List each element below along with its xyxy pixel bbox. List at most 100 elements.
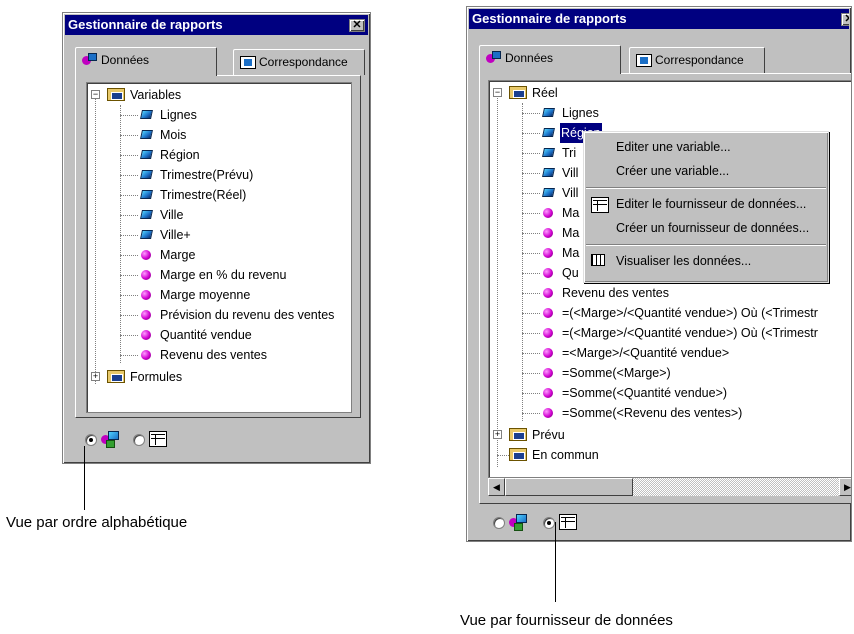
tree-item-label: =(<Marge>/<Quantité vendue>) Où (<Trimes… (562, 306, 818, 320)
tree-item-label: Trimestre(Réel) (160, 188, 247, 202)
tree-connector (497, 455, 509, 456)
tab-data[interactable]: Données (479, 45, 621, 74)
tree-connector (522, 273, 540, 274)
tree-folder-label: Prévu (532, 428, 565, 442)
tree-item-label: Ma (562, 226, 580, 240)
tree-folder-label: Variables (130, 88, 182, 102)
variable-icon (140, 210, 153, 219)
expand-icon[interactable]: + (493, 430, 502, 439)
folder-icon (509, 428, 527, 441)
tree-item-label: Trimestre(Prévu) (160, 168, 254, 182)
close-button[interactable]: ✕ (841, 13, 849, 26)
close-button[interactable]: ✕ (349, 19, 365, 32)
tree-item-label: =<Marge>/<Quantité vendue> (562, 346, 730, 360)
scroll-right-button[interactable]: ▶ (839, 478, 851, 496)
scroll-left-button[interactable]: ◀ (488, 478, 505, 496)
folder-icon (509, 448, 527, 461)
formula-icon (543, 228, 553, 238)
tree-connector (120, 275, 138, 276)
tree-connector (120, 355, 138, 356)
context-menu: Editer une variable... Créer une variabl… (583, 131, 829, 283)
view-alphabetical-radio[interactable] (85, 434, 97, 446)
folder-icon (107, 370, 125, 383)
view-provider-radio[interactable] (543, 517, 555, 529)
tree-item[interactable]: Revenu des ventes (489, 283, 851, 303)
report-manager-panel-alphabetical: Gestionnaire de rapports ✕ Données Corre… (62, 12, 371, 464)
tree-item[interactable]: Mois (87, 125, 347, 145)
tree-item-label: Ma (562, 206, 580, 220)
tab-data[interactable]: Données (75, 47, 217, 76)
tab-correspondence[interactable]: Correspondance (629, 47, 765, 73)
tree-item[interactable]: Quantité vendue (87, 325, 347, 345)
horizontal-scrollbar[interactable]: ◀ ▶ (488, 478, 851, 496)
tree-folder-planned[interactable]: + Prévu (489, 425, 851, 445)
tree-item-label: =Somme(<Revenu des ventes>) (562, 406, 743, 420)
menu-item-label: Créer une variable... (616, 164, 730, 178)
tree-item[interactable]: =Somme(<Quantité vendue>) (489, 383, 851, 403)
collapse-icon[interactable]: − (493, 88, 502, 97)
tree-item[interactable]: =(<Marge>/<Quantité vendue>) Où (<Trimes… (489, 303, 851, 323)
tree-item[interactable]: =<Marge>/<Quantité vendue> (489, 343, 851, 363)
menu-item-create-variable[interactable]: Créer une variable... (584, 160, 828, 182)
tree-connector (522, 133, 540, 134)
collapse-icon[interactable]: − (91, 90, 100, 99)
view-provider-radio[interactable] (133, 434, 145, 446)
tab-correspondence-label: Correspondance (259, 55, 348, 69)
panel-title: Gestionnaire de rapports (472, 11, 627, 26)
variable-icon (542, 188, 555, 197)
tree-item[interactable]: Prévision du revenu des ventes (87, 305, 347, 325)
variable-icon (542, 168, 555, 177)
scroll-thumb[interactable] (505, 478, 633, 496)
expand-icon[interactable]: + (91, 372, 100, 381)
tree-item[interactable]: Revenu des ventes (87, 345, 347, 365)
formula-icon (543, 288, 553, 298)
tree-connector (120, 175, 138, 176)
tree-item[interactable]: =(<Marge>/<Quantité vendue>) Où (<Trimes… (489, 323, 851, 343)
tab-correspondence[interactable]: Correspondance (233, 49, 365, 75)
menu-item-edit-data-provider[interactable]: Editer le fournisseur de données... (584, 193, 828, 215)
tree-item-label: =Somme(<Marge>) (562, 366, 671, 380)
panel-title-bar[interactable]: Gestionnaire de rapports ✕ (469, 9, 849, 29)
variable-icon (542, 148, 555, 157)
tree-view[interactable]: − Variables Lignes Mois Région Trimestre… (86, 82, 352, 413)
tree-folder-label: Formules (130, 370, 183, 384)
tree-connector (120, 335, 138, 336)
tree-item[interactable]: Région (87, 145, 347, 165)
panel-title-bar[interactable]: Gestionnaire de rapports ✕ (65, 15, 368, 35)
menu-item-create-data-provider[interactable]: Créer un fournisseur de données... (584, 217, 828, 239)
menu-item-edit-variable[interactable]: Editer une variable... (584, 136, 828, 158)
panel-title: Gestionnaire de rapports (68, 17, 223, 32)
tree-item-label: Lignes (562, 106, 599, 120)
tree-item-label: Vill (562, 186, 579, 200)
tree-folder-variables[interactable]: − Variables (87, 85, 347, 105)
tree-connector (522, 153, 540, 154)
tree-item[interactable]: =Somme(<Revenu des ventes>) (489, 403, 851, 423)
tree-item[interactable]: Lignes (489, 103, 851, 123)
data-provider-view-icon (559, 514, 577, 530)
tree-folder-common[interactable]: En commun (489, 445, 851, 465)
tree-folder-real[interactable]: − Réel (489, 83, 851, 103)
tree-item-label: Prévision du revenu des ventes (160, 308, 335, 322)
tree-item-label: =Somme(<Quantité vendue>) (562, 386, 728, 400)
tree-item[interactable]: Trimestre(Réel) (87, 185, 347, 205)
tree-item[interactable]: Ville+ (87, 225, 347, 245)
caption-alphabetical: Vue par ordre alphabétique (6, 514, 188, 531)
tree-folder-formulas[interactable]: + Formules (87, 367, 347, 387)
tree-connector (522, 333, 540, 334)
menu-item-view-data[interactable]: Visualiser les données... (584, 250, 828, 272)
tree-connector (522, 213, 540, 214)
formula-icon (543, 328, 553, 338)
tree-item[interactable]: Marge en % du revenu (87, 265, 347, 285)
tree-item[interactable]: Ville (87, 205, 347, 225)
tree-item[interactable]: Marge (87, 245, 347, 265)
tree-item[interactable]: Lignes (87, 105, 347, 125)
formula-icon (141, 290, 151, 300)
tree-connector (120, 295, 138, 296)
caption-data-provider: Vue par fournisseur de données (460, 612, 673, 629)
tree-connector (120, 135, 138, 136)
view-alphabetical-radio[interactable] (493, 517, 505, 529)
tree-item-label: Ville+ (160, 228, 191, 242)
tree-item[interactable]: Trimestre(Prévu) (87, 165, 347, 185)
tree-item[interactable]: Marge moyenne (87, 285, 347, 305)
tree-item[interactable]: =Somme(<Marge>) (489, 363, 851, 383)
